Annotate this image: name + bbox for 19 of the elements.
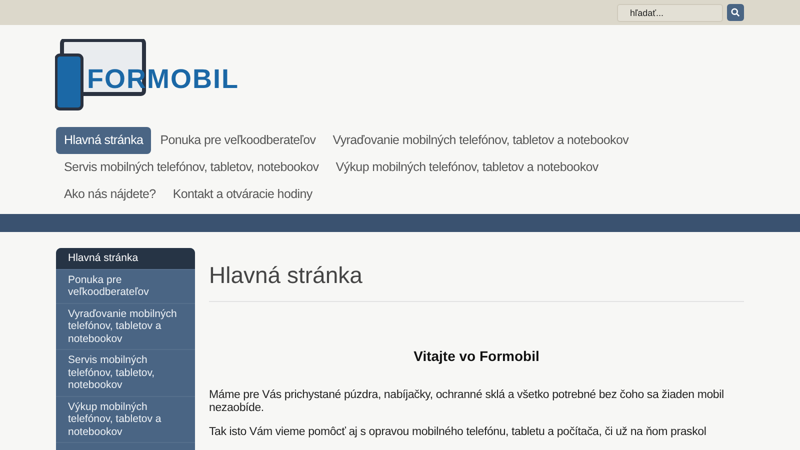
paragraph: Máme pre Vás prichystané púzdra, nabíjačky, ochranné sklá a všetko potrebné bez čoho sa žiaden mobil nezaobíde. [209, 388, 725, 414]
nav-link[interactable]: Výkup mobilných telefónov, tabletov a notebookov [328, 154, 606, 181]
nav-link[interactable]: Hlavná stránka [56, 127, 152, 154]
nav-link[interactable]: Kontakt a otváracie hodiny [164, 181, 320, 208]
sidebar-item[interactable]: Hlavná stránka [56, 248, 195, 270]
nav-link[interactable]: Vyraďovanie mobilných telefónov, tabletov a notebookov [324, 127, 637, 154]
sidebar-item[interactable]: Servis mobilných telefónov, tabletov, notebookov [56, 350, 195, 396]
search-button[interactable] [727, 4, 744, 21]
welcome-heading: Vitajte vo Formobil [412, 346, 540, 366]
sidebar-item[interactable]: Výkup mobilných telefónov, tabletov a notebookov [56, 396, 195, 443]
nav-link[interactable]: Ako nás nájdete? [56, 181, 164, 208]
nav-link[interactable]: Ponuka pre veľkoodberateľov [152, 127, 324, 154]
paragraph: Tak isto Vám vieme pomôcť aj s opravou mobilného telefónu, tabletu a počítača, či už na ňom praskol [209, 426, 708, 438]
page-title: Hlavná stránka [209, 261, 364, 290]
search-field[interactable]: hľadať... [617, 4, 723, 22]
sidebar-item[interactable]: Ponuka pre veľkoodberateľov [56, 270, 195, 304]
sidebar-item[interactable]: Vyraďovanie mobilných telefónov, tabletov a notebookov [56, 304, 195, 350]
nav-link[interactable]: Servis mobilných telefónov, tabletov, notebookov [56, 154, 327, 181]
search-icon [731, 8, 740, 17]
